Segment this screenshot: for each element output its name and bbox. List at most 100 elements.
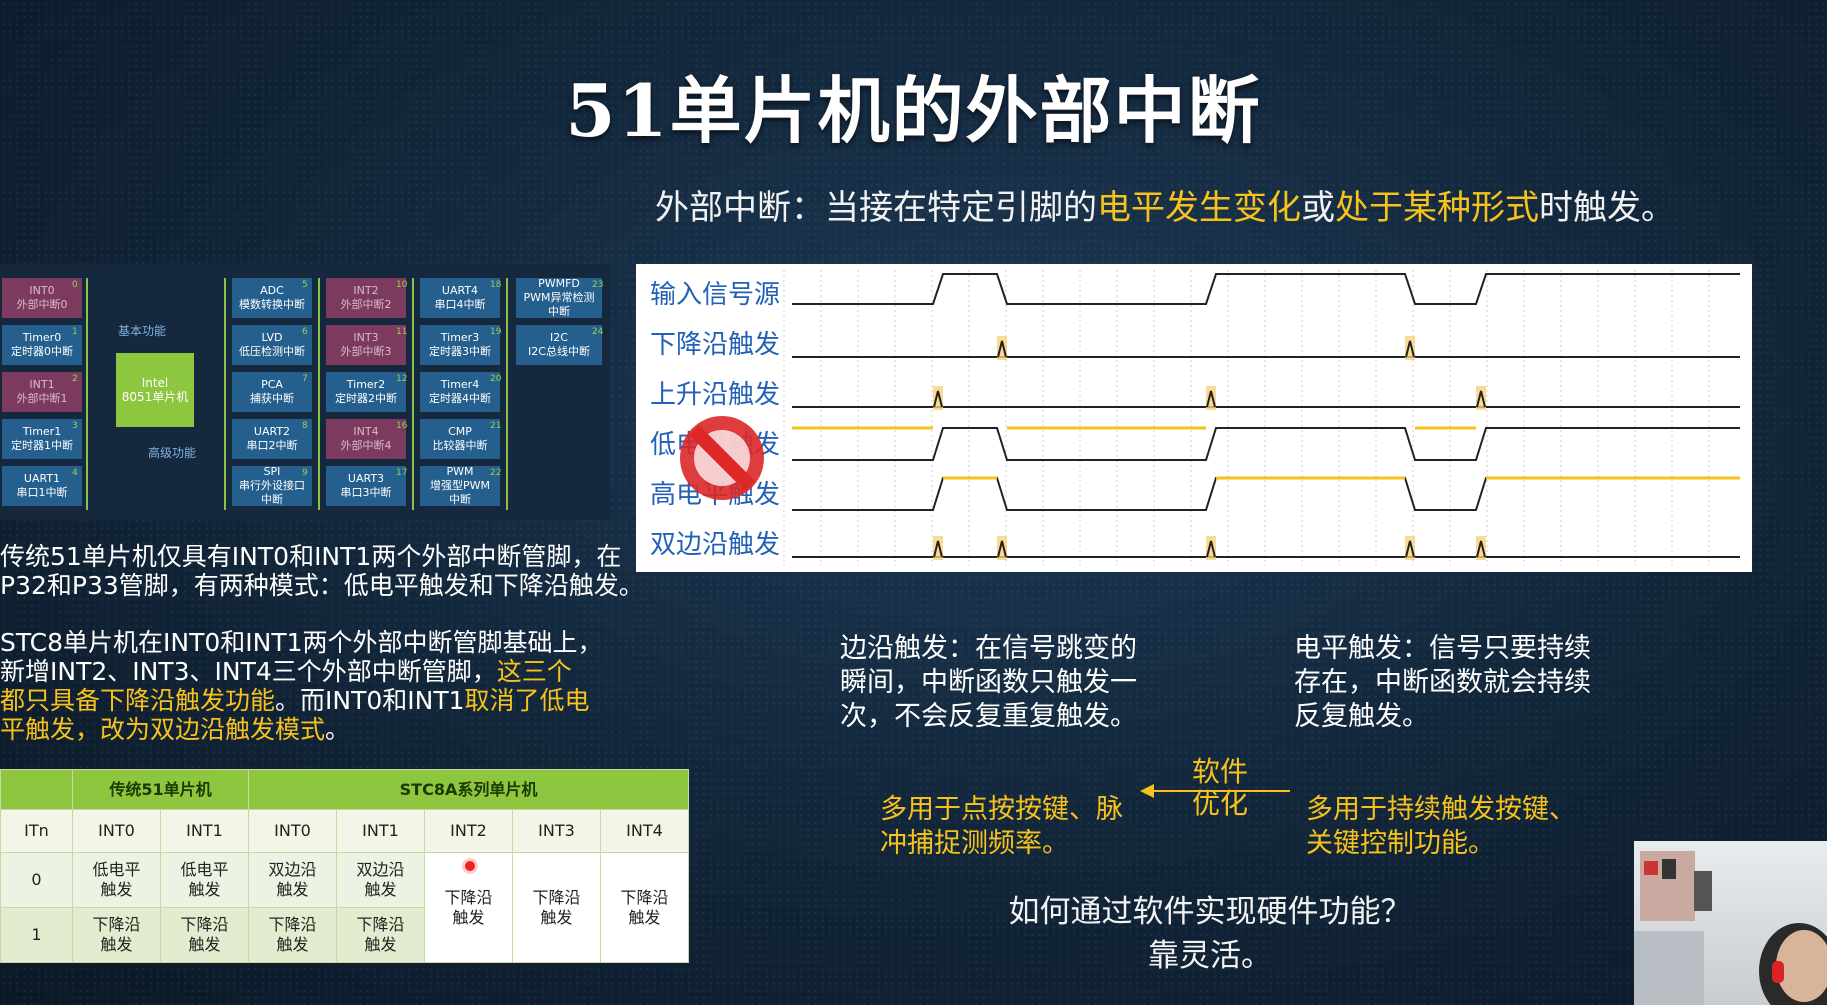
diagram-number: 1: [72, 327, 78, 337]
table-subheader-row: ITn INT0 INT1 INT0 INT1 INT2 INT3 INT4: [0, 809, 689, 853]
diagram-box: SPI 串行外设接口 中断: [232, 465, 312, 506]
timing-diagram: 输入信号源 下降沿触发 上升沿触发 低电平触发 高电平触发 双边沿触发: [636, 264, 1752, 572]
para-line: 传统51单片机仅具有INT0和INT1两个外部中断管脚，在: [0, 542, 622, 571]
para-line: P32和P33管脚，有两种模式：低电平触发和下降沿触发。: [0, 571, 644, 600]
diagram-box: UART3 串口3中断: [326, 466, 406, 506]
para-span: 。而INT0和INT1: [275, 686, 465, 715]
diagram-box: INT1 外部中断1: [2, 372, 82, 412]
diagram-number: 0: [72, 280, 78, 290]
diagram-number: 20: [490, 374, 502, 384]
timing-waveforms: [783, 270, 1740, 566]
timing-label: 下降沿触发: [650, 330, 781, 360]
table-cell: 双边沿 触发: [248, 852, 337, 908]
para-span: 新增INT2、INT3、INT4三个外部中断管脚，: [0, 657, 497, 686]
table-cell: 0: [0, 852, 73, 908]
interrupt-block-diagram: INT0 外部中断0 0 Timer0 定时器0中断 1 INT1 外部中断1 2 Time…: [0, 264, 610, 520]
table-cell: 下降沿 触发: [248, 907, 337, 963]
intro-part: 时触发。: [1539, 188, 1675, 228]
desc-line: 电平触发：信号只要持续: [1294, 633, 1591, 664]
question-text: 如何通过软件实现硬件功能？ 靠灵活。: [940, 890, 1480, 978]
para-highlight: 平触发，改为双边沿触发模式: [0, 715, 326, 744]
paragraph-traditional: 传统51单片机仅具有INT0和INT1两个外部中断管脚，在 P32和P33管脚，…: [0, 542, 644, 600]
table-col: INT0: [72, 809, 161, 853]
diagram-box: UART1 串口1中断: [2, 466, 82, 506]
diagram-number: 3: [72, 421, 78, 431]
diagram-number: 10: [396, 280, 408, 290]
intro-highlight: 处于某种形式: [1335, 188, 1539, 228]
use-line: 关键控制功能。: [1306, 828, 1495, 859]
diagram-number: 18: [490, 280, 502, 290]
desc-line: 次，不会反复重复触发。: [840, 701, 1137, 732]
diagram-number: 7: [302, 374, 308, 384]
use-line: 多用于点按按键、脉: [880, 794, 1123, 825]
table-col: INT0: [248, 809, 337, 853]
diagram-number: 9: [302, 468, 308, 478]
left-arrow-icon: [1140, 784, 1290, 798]
diagram-number: 8: [302, 421, 308, 431]
para-span: 。: [325, 715, 351, 744]
diagram-box: Timer3 定时器3中断: [420, 325, 500, 365]
table-header-empty: [0, 769, 73, 810]
table-col: INT2: [424, 809, 513, 853]
diagram-box: ADC 模数转换中断: [232, 278, 312, 318]
diagram-line: [412, 278, 414, 510]
diagram-line: [224, 278, 226, 510]
desc-line: 瞬间，中断函数只触发一: [840, 667, 1137, 698]
table-cell: 低电平 触发: [160, 852, 249, 908]
diagram-basic-label: 基本功能: [118, 324, 167, 338]
diagram-number: 19: [490, 327, 502, 337]
diagram-box: PWMFD PWM异常检测 中断: [516, 277, 602, 318]
diagram-number: 12: [396, 374, 408, 384]
table-cell: 下降沿 触发: [424, 852, 513, 963]
diagram-number: 5: [302, 280, 308, 290]
diagram-number: 4: [72, 468, 78, 478]
diagram-line: [86, 278, 88, 510]
cursor-dot-icon: [465, 861, 475, 871]
intro-text: 外部中断：当接在特定引脚的电平发生变化或处于某种形式时触发。: [655, 180, 1675, 229]
diagram-number: 22: [490, 468, 502, 478]
use-line: 多用于持续触发按键、: [1306, 794, 1576, 825]
diagram-number: 21: [490, 421, 502, 431]
diagram-line: [318, 278, 320, 510]
diagram-box: Timer4 定时器4中断: [420, 372, 500, 412]
diagram-box: Timer0 定时器0中断: [2, 325, 82, 365]
diagram-box: INT3 外部中断3: [326, 325, 406, 365]
diagram-box: CMP 比较器中断: [420, 419, 500, 459]
question-line: 靠灵活。: [1148, 938, 1272, 974]
cell-text: 下降沿 触发: [444, 887, 493, 927]
intro-part: 外部中断：当接在特定引脚的: [655, 188, 1097, 228]
diagram-number: 11: [396, 327, 408, 337]
table-col: INT3: [512, 809, 601, 853]
diagram-box: UART2 串口2中断: [232, 419, 312, 459]
edge-use-case: 多用于点按按键、脉 冲捕捉测频率。: [880, 793, 1123, 861]
timing-label: 双边沿触发: [650, 530, 781, 560]
table-col: INT4: [600, 809, 689, 853]
table-cell: 下降沿 触发: [512, 852, 601, 963]
diagram-box: INT0 外部中断0: [2, 278, 82, 318]
diagram-number: 2: [72, 374, 78, 384]
para-line: STC8单片机在INT0和INT1两个外部中断管脚基础上，: [0, 628, 603, 657]
diagram-number: 6: [302, 327, 308, 337]
desc-line: 反复触发。: [1294, 701, 1429, 732]
webcam-overlay: [1634, 841, 1827, 1005]
diagram-box: INT4 外部中断4: [326, 419, 406, 459]
prohibited-icon: [680, 416, 764, 500]
table-row: 0 低电平 触发 低电平 触发 双边沿 触发 双边沿 触发 下降沿 触发 下降沿…: [0, 852, 689, 963]
diagram-box: Timer1 定时器1中断: [2, 419, 82, 459]
table-cell: 1: [0, 907, 73, 963]
timing-label: 输入信号源: [650, 280, 781, 310]
para-highlight: 都只具备下降沿触发功能: [0, 686, 276, 715]
desc-line: 存在，中断函数就会持续: [1294, 667, 1591, 698]
diagram-box: LVD 低压检测中断: [232, 325, 312, 365]
edge-trigger-desc: 边沿触发：在信号跳变的 瞬间，中断函数只触发一 次，不会反复重复触发。: [840, 632, 1137, 734]
diagram-number: 17: [396, 468, 408, 478]
para-highlight: 这三个: [496, 657, 572, 686]
table-col-itn: ITn: [0, 809, 73, 853]
use-line: 冲捕捉测频率。: [880, 828, 1069, 859]
table-cell: 下降沿 触发: [72, 907, 161, 963]
diagram-box: INT2 外部中断2: [326, 278, 406, 318]
table-cell: 双边沿 触发: [336, 852, 425, 908]
table-col: INT1: [160, 809, 249, 853]
diagram-box: UART4 串口4中断: [420, 278, 500, 318]
table-col: INT1: [336, 809, 425, 853]
